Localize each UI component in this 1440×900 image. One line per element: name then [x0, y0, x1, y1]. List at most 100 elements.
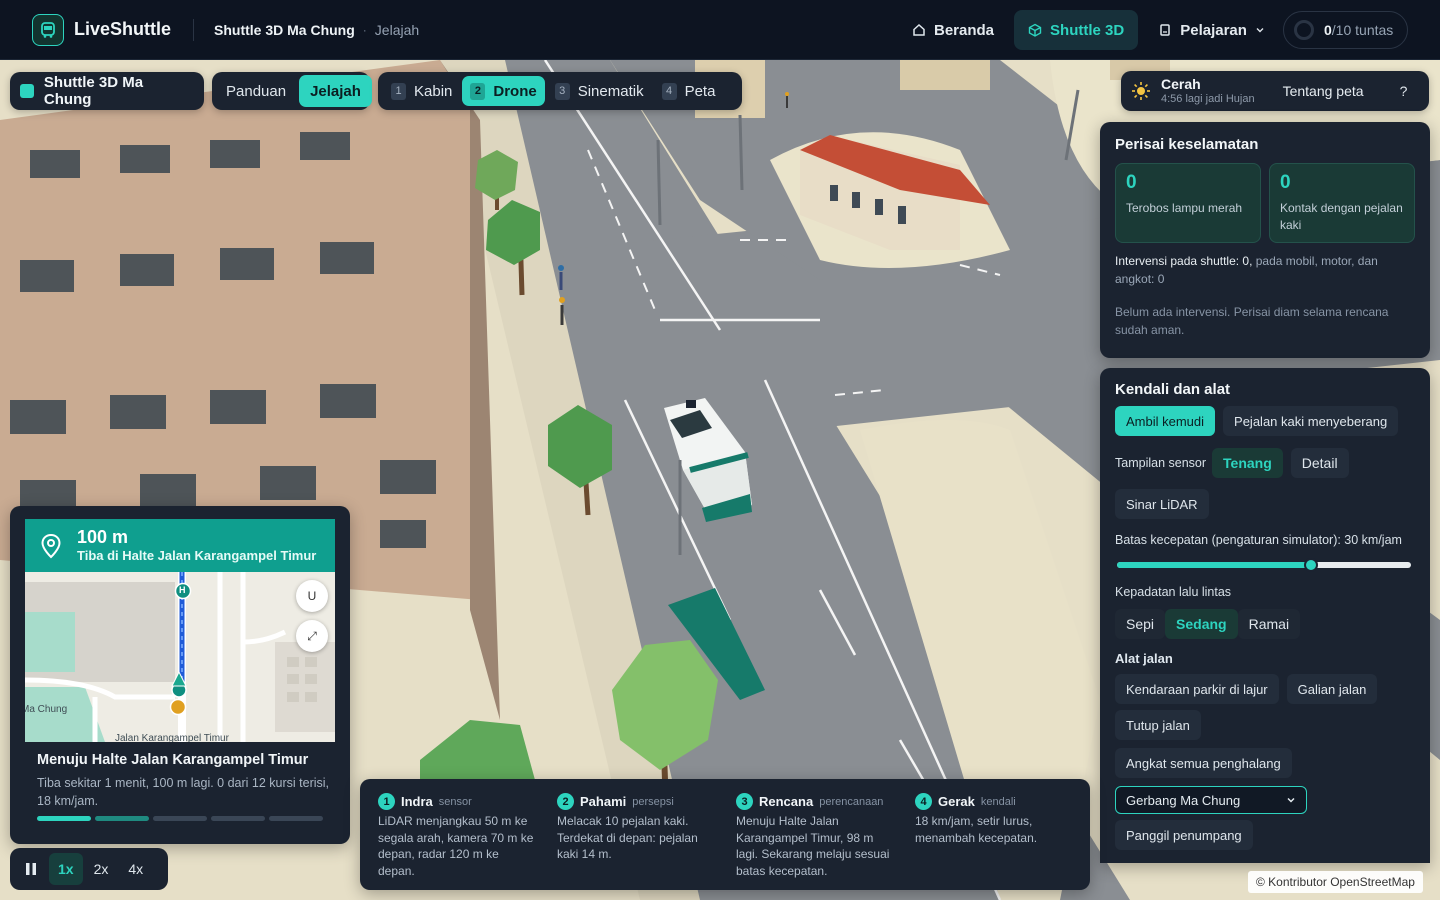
- minimap-stop-badge: H: [179, 585, 186, 595]
- nav-beranda-label: Beranda: [934, 21, 995, 39]
- step-text: LiDAR menjangkau 50 m ke segala arah, ka…: [378, 814, 534, 878]
- stat-label: Kontak dengan pejalan kaki: [1280, 201, 1403, 232]
- lidar-toggle[interactable]: Sinar LiDAR: [1115, 489, 1209, 519]
- traffic-sepi[interactable]: Sepi: [1115, 609, 1166, 639]
- location-pin-icon: [41, 533, 61, 558]
- scene-title: Shuttle 3D Ma Chung: [43, 74, 144, 108]
- camera-drone[interactable]: 2 Drone: [462, 76, 545, 106]
- stat-pedestrian-contact: 0 Kontak dengan pejalan kaki: [1269, 163, 1415, 243]
- north-button[interactable]: U: [296, 580, 328, 612]
- camera-sinematik[interactable]: 3 Sinematik: [547, 76, 652, 106]
- road-tools-label: Alat jalan: [1115, 651, 1173, 666]
- minimap-render: [25, 572, 335, 742]
- camera-kabin[interactable]: 1 Kabin: [383, 76, 460, 106]
- tool-close-road[interactable]: Tutup jalan: [1115, 710, 1201, 740]
- camera-key: 3: [554, 82, 570, 100]
- sensor-option-detail[interactable]: Detail: [1290, 448, 1349, 478]
- camera-label: Peta: [684, 82, 716, 100]
- traffic-sedang[interactable]: Sedang: [1165, 609, 1238, 639]
- tool-road-dig[interactable]: Galian jalan: [1286, 674, 1378, 704]
- expand-map-button[interactable]: ⤢: [296, 620, 328, 652]
- step-name: Gerak: [938, 794, 975, 809]
- gate-select-value: Gerbang Ma Chung: [1126, 792, 1241, 808]
- gate-select[interactable]: Gerbang Ma Chung: [1115, 786, 1307, 814]
- step-number: 2: [557, 793, 574, 810]
- camera-label: Sinematik: [577, 82, 644, 100]
- nav-shuttle-3d-label: Shuttle 3D: [1050, 21, 1125, 39]
- navigation-description: Tiba sekitar 1 menit, 100 m lagi. 0 dari…: [37, 776, 330, 808]
- nav-shuttle-3d[interactable]: Shuttle 3D: [1014, 10, 1139, 50]
- home-icon: [913, 23, 925, 36]
- sensor-view-row: Tampilan sensor Tenang Detail: [1115, 448, 1415, 478]
- top-bar: LiveShuttle Shuttle 3D Ma Chung · Jelaja…: [0, 0, 1440, 60]
- camera-key: 4: [661, 82, 677, 100]
- chevron-down-icon: [1256, 28, 1264, 33]
- pipeline-step-perceive: 2 Pahami persepsi Melacak 10 pejalan kaki.…: [557, 793, 714, 876]
- navigation-header-text: 100 m Tiba di Halte Jalan Karangampel Ti…: [77, 527, 316, 564]
- nav-pelajaran-label: Pelajaran: [1180, 21, 1247, 39]
- map-attribution[interactable]: © Kontributor OpenStreetMap: [1248, 871, 1423, 893]
- speed-4x[interactable]: 4x: [119, 853, 152, 885]
- minimap-place-label: Ma Chung: [25, 704, 68, 715]
- pause-icon: [26, 863, 36, 875]
- camera-peta[interactable]: 4 Peta: [654, 76, 724, 106]
- weather-info: Cerah 4:56 lagi jadi Hujan: [1161, 76, 1255, 106]
- tool-parked-vehicle[interactable]: Kendaraan parkir di lajur: [1115, 674, 1279, 704]
- weather-bar: Cerah 4:56 lagi jadi Hujan Tentang peta …: [1121, 71, 1429, 111]
- tool-remove-obstacles[interactable]: Angkat semua penghalang: [1115, 748, 1292, 778]
- traffic-ramai[interactable]: Ramai: [1237, 609, 1301, 639]
- stat-label: Terobos lampu merah: [1126, 201, 1243, 215]
- mode-panduan[interactable]: Panduan: [215, 75, 297, 107]
- step-tag: persepsi: [632, 795, 674, 808]
- sensor-option-tenang[interactable]: Tenang: [1212, 448, 1283, 478]
- speed-limit-slider[interactable]: [1115, 558, 1413, 572]
- chevron-down-icon: [1287, 797, 1295, 803]
- safety-note: Belum ada intervensi. Perisai diam selam…: [1115, 305, 1389, 337]
- mode-jelajah[interactable]: Jelajah: [299, 75, 372, 107]
- road-tools-row-1: Kendaraan parkir di lajur Galian jalan: [1115, 674, 1415, 704]
- pipeline-step-act: 4 Gerak kendali 18 km/jam, setir lurus, me…: [915, 793, 1072, 876]
- progress-text: 0/10 tuntas: [1324, 22, 1393, 38]
- lidar-row: Sinar LiDAR: [1115, 489, 1415, 519]
- route-step: [95, 816, 149, 821]
- call-passenger-row: Panggil penumpang: [1115, 820, 1415, 850]
- step-tag: kendali: [980, 795, 1016, 808]
- pipeline-step-sense: 1 Indra sensor LiDAR menjangkau 50 m ke se…: [378, 793, 535, 878]
- scene-indicator-icon: [20, 84, 34, 98]
- route-step: [211, 816, 265, 821]
- speed-2x[interactable]: 2x: [85, 853, 118, 885]
- about-map-link[interactable]: Tentang peta: [1283, 83, 1364, 99]
- navigation-destination: Tiba di Halte Jalan Karangampel Timur: [77, 548, 317, 563]
- stat-value: 0: [1126, 172, 1137, 193]
- step-text: Melacak 10 pejalan kaki. Terdekat di dep…: [557, 814, 698, 861]
- sensor-view-label: Tampilan sensor: [1115, 456, 1207, 470]
- lesson-progress[interactable]: 0/10 tuntas: [1283, 11, 1408, 49]
- take-control-button[interactable]: Ambil kemudi: [1115, 406, 1216, 436]
- camera-key: 1: [391, 82, 406, 100]
- step-tag: perencanaan: [819, 795, 884, 808]
- cube-icon: [1028, 23, 1042, 37]
- pedestrian-cross-button[interactable]: Pejalan kaki menyeberang: [1223, 406, 1399, 436]
- step-number: 3: [736, 793, 753, 810]
- breadcrumb: Shuttle 3D Ma Chung · Jelajah: [193, 18, 419, 41]
- route-step: [37, 816, 91, 821]
- step-head: 3 Rencana perencanaan: [736, 793, 893, 810]
- speed-1x[interactable]: 1x: [49, 853, 83, 885]
- stat-value: 0: [1280, 172, 1291, 193]
- step-number: 1: [378, 793, 395, 810]
- call-passenger-button[interactable]: Panggil penumpang: [1115, 820, 1253, 850]
- pipeline-step-plan: 3 Rencana perencanaan Menuju Halte Jalan K…: [736, 793, 893, 878]
- traffic-label: Kepadatan lalu lintas: [1115, 585, 1232, 599]
- pause-button[interactable]: [15, 853, 47, 885]
- main-nav: Beranda Shuttle 3D Pelajaran: [898, 10, 1279, 50]
- breadcrumb-title: Shuttle 3D Ma Chung: [214, 21, 355, 38]
- minimap[interactable]: H Ma Chung Jalan Karangampel Timur U ⤢: [25, 572, 335, 742]
- route-step: [153, 816, 207, 821]
- nav-pelajaran[interactable]: Pelajaran: [1144, 10, 1279, 50]
- nav-beranda[interactable]: Beranda: [898, 10, 1008, 50]
- slider-knob[interactable]: [1304, 558, 1318, 572]
- book-icon: [1160, 24, 1170, 36]
- navigation-title: Menuju Halte Jalan Karangampel Timur: [37, 752, 309, 768]
- brand[interactable]: LiveShuttle: [32, 13, 171, 46]
- help-button[interactable]: ?: [1390, 77, 1418, 105]
